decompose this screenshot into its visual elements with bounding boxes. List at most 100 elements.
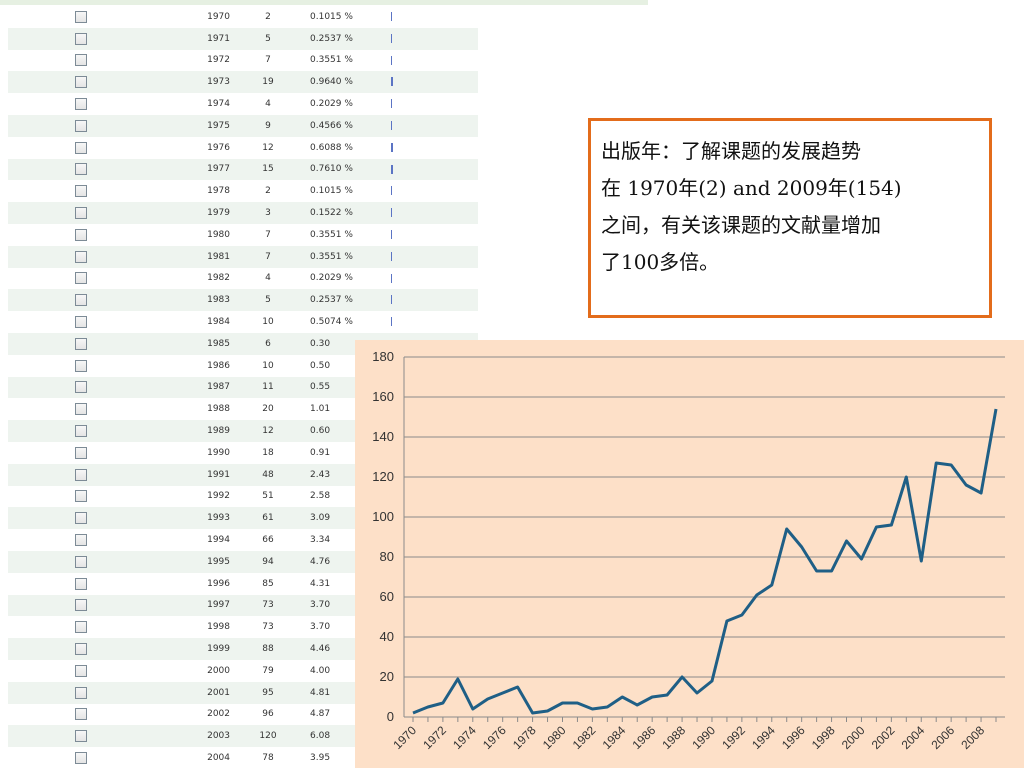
year-cell: 1991 (207, 469, 230, 480)
row-checkbox[interactable] (74, 163, 87, 176)
table-row: 1975 9 0.4566 % (8, 114, 478, 137)
table-row: 1978 2 0.1015 % (8, 180, 478, 202)
row-checkbox[interactable] (74, 381, 87, 394)
share-bar (391, 99, 392, 109)
row-checkbox[interactable] (74, 534, 87, 547)
share-bar-cell (373, 224, 433, 246)
data-point (441, 702, 444, 705)
row-checkbox[interactable] (74, 425, 87, 438)
row-checkbox[interactable] (74, 643, 87, 655)
count-cell: 7 (265, 55, 271, 66)
data-point (621, 696, 624, 699)
share-bar (391, 120, 392, 130)
row-checkbox[interactable] (74, 512, 87, 525)
year-cell: 1973 (207, 77, 230, 88)
data-point (815, 570, 818, 573)
row-checkbox[interactable] (74, 119, 87, 132)
x-tick-label: 1996 (779, 723, 808, 752)
x-tick-label: 2004 (899, 723, 928, 752)
count-cell: 2 (265, 11, 271, 22)
row-checkbox-cell (8, 10, 153, 23)
count-cell: 10 (262, 360, 274, 371)
row-checkbox-cell (8, 730, 153, 743)
table-row: 1981 7 0.3551 % (8, 245, 478, 268)
share-bar (391, 77, 393, 87)
row-checkbox[interactable] (74, 294, 87, 307)
x-tick-label: 1974 (450, 723, 479, 752)
row-checkbox[interactable] (74, 359, 87, 372)
row-checkbox-cell (8, 119, 153, 132)
row-checkbox[interactable] (74, 403, 87, 416)
year-cell: 1979 (207, 208, 230, 219)
table-row: 1976 12 0.6088 % (8, 137, 478, 159)
share-bar (391, 55, 392, 65)
row-checkbox[interactable] (74, 250, 87, 263)
row-checkbox[interactable] (74, 207, 87, 220)
year-cell: 2002 (207, 709, 230, 720)
row-checkbox[interactable] (74, 272, 87, 285)
row-checkbox-cell (8, 577, 153, 590)
row-checkbox[interactable] (74, 599, 87, 612)
x-tick-label: 1976 (480, 723, 509, 752)
row-checkbox-cell (8, 337, 153, 350)
table-row: 1974 4 0.2029 % (8, 93, 478, 115)
count-cell: 95 (262, 687, 274, 698)
data-point (412, 712, 415, 715)
year-cell: 1972 (207, 55, 230, 66)
count-cell: 11 (262, 382, 274, 393)
row-checkbox[interactable] (74, 577, 87, 590)
row-checkbox[interactable] (74, 555, 87, 568)
count-cell: 78 (262, 752, 274, 763)
row-checkbox[interactable] (74, 98, 87, 111)
year-cell: 2003 (207, 731, 230, 742)
year-cell: 1988 (207, 404, 230, 415)
row-checkbox[interactable] (74, 337, 87, 350)
row-checkbox[interactable] (74, 751, 87, 764)
row-checkbox[interactable] (74, 10, 87, 23)
row-checkbox[interactable] (74, 730, 87, 743)
row-checkbox-cell (8, 207, 153, 220)
share-bar-cell (373, 115, 433, 137)
count-cell: 66 (262, 535, 274, 546)
data-point (531, 712, 534, 715)
annotation-line-4: 了100多倍。 (601, 250, 720, 274)
data-point (681, 676, 684, 679)
row-checkbox[interactable] (74, 446, 87, 459)
count-cell: 79 (262, 665, 274, 676)
share-bar (391, 208, 392, 218)
year-cell: 1986 (207, 360, 230, 371)
row-checkbox[interactable] (74, 316, 87, 329)
row-checkbox-cell (8, 76, 153, 89)
row-checkbox[interactable] (74, 621, 87, 634)
row-checkbox[interactable] (74, 686, 87, 699)
x-tick-label: 1982 (570, 723, 599, 752)
row-checkbox[interactable] (74, 468, 87, 481)
row-checkbox[interactable] (74, 32, 87, 45)
share-bar (391, 273, 392, 283)
count-cell: 4 (265, 99, 271, 110)
count-cell: 48 (262, 469, 274, 480)
data-point (651, 696, 654, 699)
row-checkbox[interactable] (74, 664, 87, 677)
y-tick-label: 60 (380, 589, 394, 604)
row-checkbox[interactable] (74, 708, 87, 721)
x-tick-label: 1978 (510, 723, 539, 752)
row-checkbox[interactable] (74, 54, 87, 67)
percent-cell: 0.2029 % (310, 273, 353, 284)
year-cell: 1997 (207, 600, 230, 611)
row-checkbox[interactable] (74, 228, 87, 241)
percent-cell: 0.2029 % (310, 99, 353, 110)
table-row: 1977 15 0.7610 % (8, 158, 478, 181)
data-point (606, 706, 609, 709)
data-point (561, 702, 564, 705)
row-checkbox-cell (8, 534, 153, 547)
chart-svg: 0 20 40 60 80 100 120 140 160 180 1970 1972 1974 1976… (372, 349, 1005, 752)
row-checkbox[interactable] (74, 76, 87, 89)
row-checkbox[interactable] (74, 490, 87, 503)
data-point (845, 540, 848, 543)
row-checkbox-cell (8, 403, 153, 416)
annotation-line-2: 在 1970年(2) and 2009年(154) (601, 176, 902, 200)
y-tick-label: 40 (380, 629, 394, 644)
row-checkbox[interactable] (74, 185, 87, 198)
row-checkbox[interactable] (74, 141, 87, 154)
